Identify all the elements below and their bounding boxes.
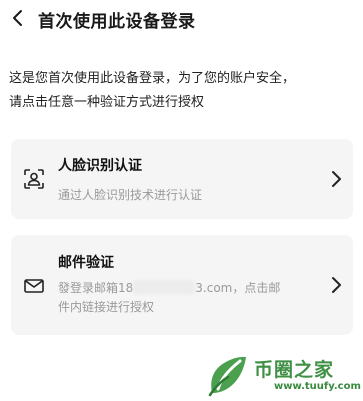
email-option-title: 邮件验证 <box>58 255 114 271</box>
chevron-right-icon <box>332 171 341 187</box>
face-recognition-option[interactable]: 人脸识别认证 通过人脸识别技术进行认证 <box>11 139 353 219</box>
description: 这是您首次使用此设备登录，为了您的账户安全， 请点击任意一种验证方式进行授权 <box>9 67 354 115</box>
face-option-subtitle: 通过人脸识别技术进行认证 <box>58 188 203 202</box>
envelope-icon <box>24 279 44 293</box>
face-option-title: 人脸识别认证 <box>58 158 142 174</box>
watermark-url: www.tuufy.com <box>274 381 361 392</box>
email-verification-option[interactable]: 邮件验证 發登录邮箱18 3.com，点击邮 件内链接进行授权 <box>11 235 353 335</box>
chevron-right-icon <box>332 277 341 293</box>
watermark: 币圈之家 www.tuufy.com <box>206 353 361 398</box>
email-subtitle-line-2: 件内链接进行授权 <box>58 300 155 314</box>
description-line-1: 这是您首次使用此设备登录，为了您的账户安全， <box>9 71 296 86</box>
redacted-email <box>133 280 196 294</box>
page-title: 首次使用此设备登录 <box>38 12 196 32</box>
face-scan-icon <box>24 169 44 189</box>
email-subtitle-line-1: 發登录邮箱18 3.com，点击邮 <box>58 279 316 298</box>
chevron-left-icon[interactable] <box>8 8 28 28</box>
email-subtitle-prefix: 發登录邮箱18 <box>58 281 134 295</box>
leaf-logo-icon <box>208 356 246 397</box>
email-subtitle-suffix: 3.com，点击邮 <box>195 281 281 295</box>
email-option-subtitle: 發登录邮箱18 3.com，点击邮 件内链接进行授权 <box>58 279 316 317</box>
description-line-2: 请点击任意一种验证方式进行授权 <box>9 95 205 110</box>
header-bar: 首次使用此设备登录 <box>0 0 363 38</box>
watermark-brand: 币圈之家 <box>254 359 335 381</box>
